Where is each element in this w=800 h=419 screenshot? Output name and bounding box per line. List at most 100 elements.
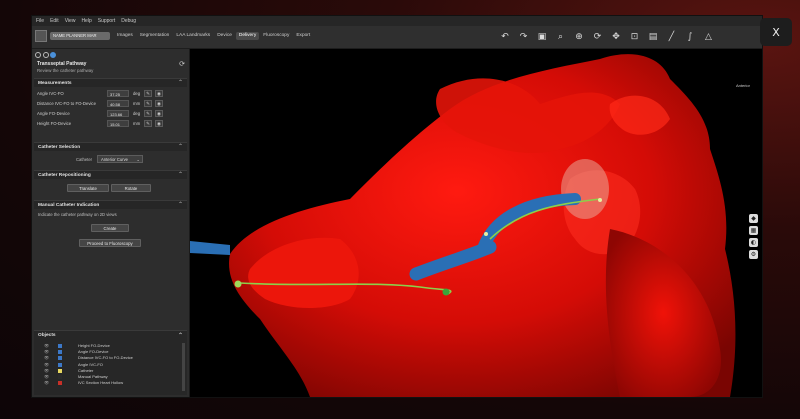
step-dot-active[interactable]: [50, 52, 56, 58]
visibility-icon[interactable]: ◉: [155, 90, 163, 97]
app-window: File Edit View Help Support Debug NAME P…: [32, 16, 762, 397]
menu-file[interactable]: File: [36, 18, 44, 24]
measurement-value[interactable]: 123.66: [107, 110, 129, 117]
object-color-swatch: [58, 368, 62, 373]
menu-support[interactable]: Support: [98, 18, 116, 24]
2d-view-icon[interactable]: ▦: [749, 226, 758, 235]
catheter-select[interactable]: Anterior Curve ⌄: [97, 155, 143, 163]
create-button[interactable]: Create: [91, 224, 129, 232]
object-color-swatch: [58, 350, 62, 355]
undo-icon[interactable]: ↶: [498, 30, 512, 44]
measurement-value[interactable]: 37.25: [107, 90, 129, 97]
objects-title: Objects: [38, 333, 56, 338]
measurement-unit: mm: [133, 121, 141, 126]
3d-view-icon[interactable]: ◆: [749, 214, 758, 223]
rotate-button[interactable]: Rotate: [111, 184, 151, 192]
tab-laa-landmarks[interactable]: LAA Landmarks: [173, 32, 213, 40]
objects-header[interactable]: Objects ⌃: [34, 331, 187, 343]
panel-subtitle: Review the catheter pathway: [37, 68, 94, 73]
screenshot-icon[interactable]: ▤: [646, 30, 660, 44]
edit-icon[interactable]: ✎: [144, 90, 152, 97]
edit-icon[interactable]: ✎: [144, 120, 152, 127]
section-title: Catheter Repositioning: [38, 173, 91, 178]
menu-bar: File Edit View Help Support Debug: [32, 16, 762, 26]
tab-device[interactable]: Device: [214, 32, 235, 40]
tab-delivery[interactable]: Delivery: [235, 32, 260, 40]
snap-window-label: X: [772, 25, 780, 39]
eye-icon[interactable]: 👁: [44, 380, 49, 386]
tab-images[interactable]: Images: [114, 32, 136, 40]
collapse-icon[interactable]: ⌃: [178, 79, 183, 88]
measurement-value[interactable]: 40.58: [107, 100, 129, 107]
curve-icon[interactable]: ∫: [683, 30, 697, 44]
panel-title: Transseptal Pathway: [37, 61, 87, 67]
collapse-icon[interactable]: ⌃: [178, 201, 183, 210]
catheter-select-value: Anterior Curve: [101, 157, 128, 162]
menu-edit[interactable]: Edit: [50, 18, 59, 24]
measurement-unit: deg: [133, 111, 141, 116]
redo-icon[interactable]: ↷: [517, 30, 531, 44]
object-color-swatch: [58, 344, 62, 348]
section-title: Catheter Selection: [38, 145, 81, 150]
measurement-row: Height FO-Device 15.01 mm ✎ ◉: [37, 120, 187, 128]
manual-hint: Indicate the catheter pathway on 2D view…: [38, 212, 117, 217]
manual-catheter-header[interactable]: Manual Catheter Indication ⌃: [34, 200, 187, 209]
step-dot[interactable]: [42, 52, 49, 58]
heart-3d-render: [190, 54, 736, 397]
tab-export[interactable]: Export: [293, 32, 313, 40]
measurement-row: Angle FO-Device 123.66 deg ✎ ◉: [37, 110, 187, 118]
measurements-header[interactable]: Measurements ⌃: [34, 78, 187, 87]
orientation-label: Anterior: [735, 83, 750, 88]
workflow-tabs: Images Segmentation LAA Landmarks Device…: [114, 32, 314, 40]
home-icon[interactable]: [35, 30, 47, 42]
measurement-value[interactable]: 15.01: [107, 120, 129, 127]
patient-selector[interactable]: NAME PLANNER MAR: [50, 32, 110, 40]
objects-scrollbar[interactable]: [182, 343, 185, 391]
visibility-icon[interactable]: ◉: [155, 120, 163, 127]
rotate-icon[interactable]: ⟳: [591, 30, 605, 44]
proceed-to-fluoroscopy-button[interactable]: Proceed to Fluoroscopy: [79, 239, 141, 247]
collapse-icon[interactable]: ⌃: [178, 332, 183, 339]
view-tools: ↶ ↷ ▣ ⌕ ⊕ ⟳ ✥ ⊡ ▤ ╱ ∫ △: [498, 30, 720, 44]
measurement-unit: mm: [133, 101, 141, 106]
catheter-label: Catheter: [76, 157, 93, 162]
zoom-icon[interactable]: ⌕: [554, 30, 568, 44]
tab-fluoroscopy[interactable]: Fluoroscopy: [260, 32, 292, 40]
visibility-icon[interactable]: ◉: [155, 100, 163, 107]
object-row[interactable]: 👁 IVC Section Heart Hollow: [34, 380, 187, 386]
measurement-label: Height FO-Device: [37, 121, 72, 126]
move-icon[interactable]: ✥: [609, 30, 623, 44]
zoom-in-icon[interactable]: ⊕: [572, 30, 586, 44]
collapse-icon[interactable]: ⌃: [178, 143, 183, 152]
catheter-selection-header[interactable]: Catheter Selection ⌃: [34, 142, 187, 151]
reset-view-icon[interactable]: ⊡: [628, 30, 642, 44]
save-icon[interactable]: ▣: [535, 30, 549, 44]
measurement-row: Angle IVC-FO 37.25 deg ✎ ◉: [37, 90, 187, 98]
viewport-tools: ◆ ▦ ◐ ⚙: [749, 214, 758, 262]
refresh-icon[interactable]: ⟳: [179, 60, 185, 68]
toolbar: NAME PLANNER MAR Images Segmentation LAA…: [32, 26, 762, 49]
measurement-label: Angle FO-Device: [37, 111, 70, 116]
fluoro-icon[interactable]: ◐: [749, 238, 758, 247]
settings-icon[interactable]: ⚙: [749, 250, 758, 259]
tab-segmentation[interactable]: Segmentation: [137, 32, 173, 40]
collapse-icon[interactable]: ⌃: [178, 171, 183, 180]
menu-view[interactable]: View: [65, 18, 76, 24]
menu-debug[interactable]: Debug: [121, 18, 136, 24]
section-title: Manual Catheter Indication: [38, 203, 100, 208]
edit-icon[interactable]: ✎: [144, 100, 152, 107]
step-dot[interactable]: [35, 52, 41, 58]
menu-help[interactable]: Help: [81, 18, 91, 24]
measurement-row: Distance IVC-FO to FO-Device 40.58 mm ✎ …: [37, 100, 187, 108]
step-indicator: [35, 52, 58, 58]
measurement-label: Distance IVC-FO to FO-Device: [37, 101, 96, 106]
catheter-repositioning-header[interactable]: Catheter Repositioning ⌃: [34, 170, 187, 179]
translate-button[interactable]: Translate: [67, 184, 109, 192]
edit-icon[interactable]: ✎: [144, 110, 152, 117]
measure-line-icon[interactable]: ╱: [665, 30, 679, 44]
angle-icon[interactable]: △: [702, 30, 716, 44]
object-name: IVC Section Heart Hollow: [78, 380, 124, 386]
snap-window-button[interactable]: X: [760, 18, 792, 46]
visibility-icon[interactable]: ◉: [155, 110, 163, 117]
3d-viewport[interactable]: Anterior ◆ ▦ ◐ ⚙: [190, 49, 762, 397]
